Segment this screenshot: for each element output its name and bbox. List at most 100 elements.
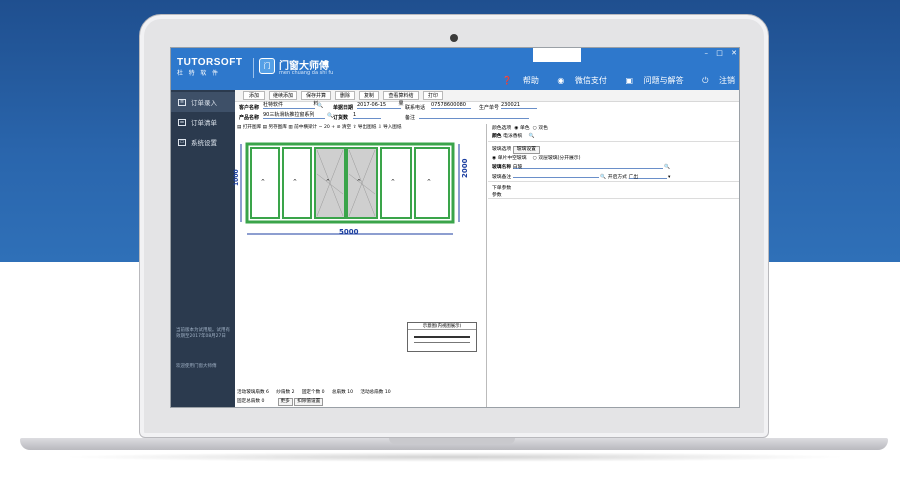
- main-toolbar: 添加 继续添加 保存并算料 删除 复制 查看算料结果 打印: [235, 90, 739, 107]
- glass-remark-label: 玻璃备注: [492, 175, 512, 180]
- total-sash-value[interactable]: 10: [347, 390, 353, 395]
- clear-button[interactable]: 清空: [342, 125, 351, 130]
- faq-link[interactable]: ▣ 问题与解答: [617, 76, 686, 85]
- divider: [488, 198, 739, 199]
- faq-icon: ▣: [625, 76, 634, 85]
- svg-text:⌃: ⌃: [426, 178, 432, 186]
- header-links: ❓ 帮助 ◉ 微信支付 ▣ 问题与解答 ⏻ 注销: [486, 75, 735, 86]
- save-calc-button[interactable]: 保存并算料: [301, 91, 331, 107]
- add-button[interactable]: 添加: [243, 91, 265, 100]
- color-search-icon[interactable]: 🔍: [524, 134, 534, 139]
- copy-button[interactable]: 复制: [359, 91, 379, 100]
- preview-line: [414, 336, 470, 338]
- double-color-radio[interactable]: ○: [533, 126, 537, 131]
- open-method-label: 开启方式: [607, 175, 627, 180]
- svg-text:⌃: ⌃: [356, 178, 362, 186]
- single-color-radio[interactable]: ◉: [514, 126, 518, 131]
- color-option-row: 颜色选项 ◉ 单色 ○ 双色: [492, 124, 548, 131]
- export-button[interactable]: 导出图纸: [358, 125, 376, 130]
- help-label: 帮助: [522, 76, 539, 85]
- continue-add-button[interactable]: 继续添加: [269, 91, 297, 100]
- glass-name-search-icon[interactable]: 🔍: [664, 165, 670, 170]
- minimize-icon[interactable]: –: [705, 49, 709, 57]
- order-date-field[interactable]: 2017-06-15: [357, 103, 401, 109]
- glass-type-row: ◉ 单片中空玻璃 ○ 双层玻璃(分开展示): [492, 154, 580, 161]
- wechat-pay-link[interactable]: ◉ 微信支付: [549, 76, 609, 85]
- open-method-select[interactable]: 广出: [628, 173, 667, 180]
- params-label: 参数: [492, 193, 502, 198]
- clear-icon: ⊘: [336, 125, 341, 130]
- deduction-settings-button[interactable]: 扣除值设置: [294, 398, 324, 406]
- brand-name: TUTORSOFT: [177, 57, 243, 68]
- brand-logo: TUTORSOFT 杜 特 软 件: [177, 57, 242, 77]
- sidebar-item-label: 系统设置: [191, 139, 217, 147]
- double-glass-label: 双层玻璃(分开展示): [538, 156, 581, 161]
- active-total-value[interactable]: 10: [385, 390, 391, 395]
- bottom-fields-row1: 活动玻璃扇数 6 纱扇数 2 固定个数 0 总扇数 10 活动总扇数 10: [237, 388, 391, 397]
- window-controls: – □ ✕: [699, 49, 737, 57]
- print-button[interactable]: 打印: [423, 91, 443, 100]
- sidebar-item-settings[interactable]: ▭ 系统设置: [171, 132, 235, 152]
- open-library-icon: ▤: [237, 125, 242, 130]
- sidebar-item-label: 订单录入: [191, 99, 217, 107]
- product-subtitle: men chuang da shi fu: [279, 70, 334, 76]
- svg-text:⌃: ⌃: [390, 178, 396, 186]
- glass-pane: [380, 147, 412, 219]
- app-header: TUTORSOFT 杜 特 软 件 门 门窗大师傅 men chuang da …: [171, 48, 739, 90]
- export-icon: ⇪: [352, 125, 357, 130]
- remark-field[interactable]: [419, 113, 529, 119]
- chevron-down-icon[interactable]: ▾: [668, 175, 670, 180]
- more-button[interactable]: 更多: [277, 398, 293, 406]
- increase-button[interactable]: +: [331, 125, 335, 130]
- preview-title: 示意图(内视图展示): [408, 323, 476, 330]
- color-value[interactable]: 电泳香槟: [503, 134, 522, 139]
- glass-remark-field[interactable]: [512, 172, 599, 178]
- height-dimension-label: 2000: [461, 158, 469, 178]
- zoom-value[interactable]: 20: [324, 125, 330, 130]
- fixed-total-value[interactable]: 0: [261, 399, 264, 404]
- glass-settings-button[interactable]: 玻璃设置: [512, 146, 540, 154]
- bottom-fields: 活动玻璃扇数 6 纱扇数 2 固定个数 0 总扇数 10 活动总扇数 10 固定…: [237, 388, 391, 406]
- beam-button[interactable]: 前中横梁计: [294, 125, 317, 130]
- order-qty-field[interactable]: 1: [353, 113, 381, 119]
- app-window: TUTORSOFT 杜 特 软 件 门 门窗大师傅 men chuang da …: [170, 47, 740, 408]
- screen-count-label: 纱扇数: [276, 390, 291, 395]
- phone-field[interactable]: 07578600080: [431, 103, 471, 109]
- glass-remark-search-icon[interactable]: 🔍: [600, 175, 606, 180]
- single-glass-radio[interactable]: ◉: [492, 156, 496, 161]
- delete-button[interactable]: 删除: [335, 91, 355, 100]
- window-drawing[interactable]: ⌃ ⌃ ⌃ ⌃ ⌃ ⌃: [235, 134, 487, 284]
- decrease-button[interactable]: −: [319, 125, 323, 130]
- double-glass-radio[interactable]: ○: [533, 156, 537, 161]
- customer-field[interactable]: 杜特软件: [263, 103, 315, 109]
- screen-count-value[interactable]: 2: [292, 390, 295, 395]
- customer-search-icon[interactable]: 🔍: [317, 103, 323, 109]
- width-dimension-label: 5000: [339, 228, 359, 236]
- help-link[interactable]: ❓ 帮助: [494, 76, 541, 85]
- fixed-count-value[interactable]: 0: [322, 390, 325, 395]
- fixed-count-label: 固定个数: [301, 390, 321, 395]
- settings-icon: ▭: [178, 138, 186, 146]
- account-field[interactable]: 230021: [501, 103, 537, 109]
- import-button[interactable]: 导入图纸: [383, 125, 401, 130]
- drawing-toolbar: ▤ 打开图库 ▤ 另存图库 ▥ 前中横梁计 − 20 + ⊘ 清空 ⇪ 导出图纸…: [237, 124, 485, 132]
- product-field[interactable]: 90三轨滑轨推拉窗系列: [263, 113, 325, 119]
- sidebar-item-order-list[interactable]: ☰ 订单清单: [171, 112, 235, 132]
- maximize-icon[interactable]: □: [716, 49, 723, 57]
- glass-name-field[interactable]: 白玻: [512, 163, 663, 170]
- preview-line: [414, 342, 470, 343]
- welcome-text: 欢迎使用门窗大师傅: [176, 364, 217, 369]
- brand-sub: 杜 特 软 件: [177, 71, 221, 77]
- order-list-icon: ☰: [178, 118, 186, 126]
- sidebar: ≡ 订单录入 ☰ 订单清单 ▭ 系统设置 当前版本为试用版。试用有效期至2017…: [171, 90, 235, 407]
- view-calc-result-button[interactable]: 查看算料结果: [383, 91, 419, 107]
- close-icon[interactable]: ✕: [731, 49, 737, 57]
- sidebar-item-order-entry[interactable]: ≡ 订单录入: [171, 92, 235, 112]
- glass-option-row: 玻璃选项 玻璃设置: [492, 145, 540, 154]
- open-library-button[interactable]: 打开图库: [243, 125, 261, 130]
- save-library-icon: ▤: [262, 125, 268, 130]
- logout-link[interactable]: ⏻ 注销: [694, 76, 735, 85]
- save-library-button[interactable]: 另存图库: [268, 125, 286, 130]
- active-glass-value[interactable]: 6: [266, 390, 269, 395]
- single-glass-label: 单片中空玻璃: [497, 156, 527, 161]
